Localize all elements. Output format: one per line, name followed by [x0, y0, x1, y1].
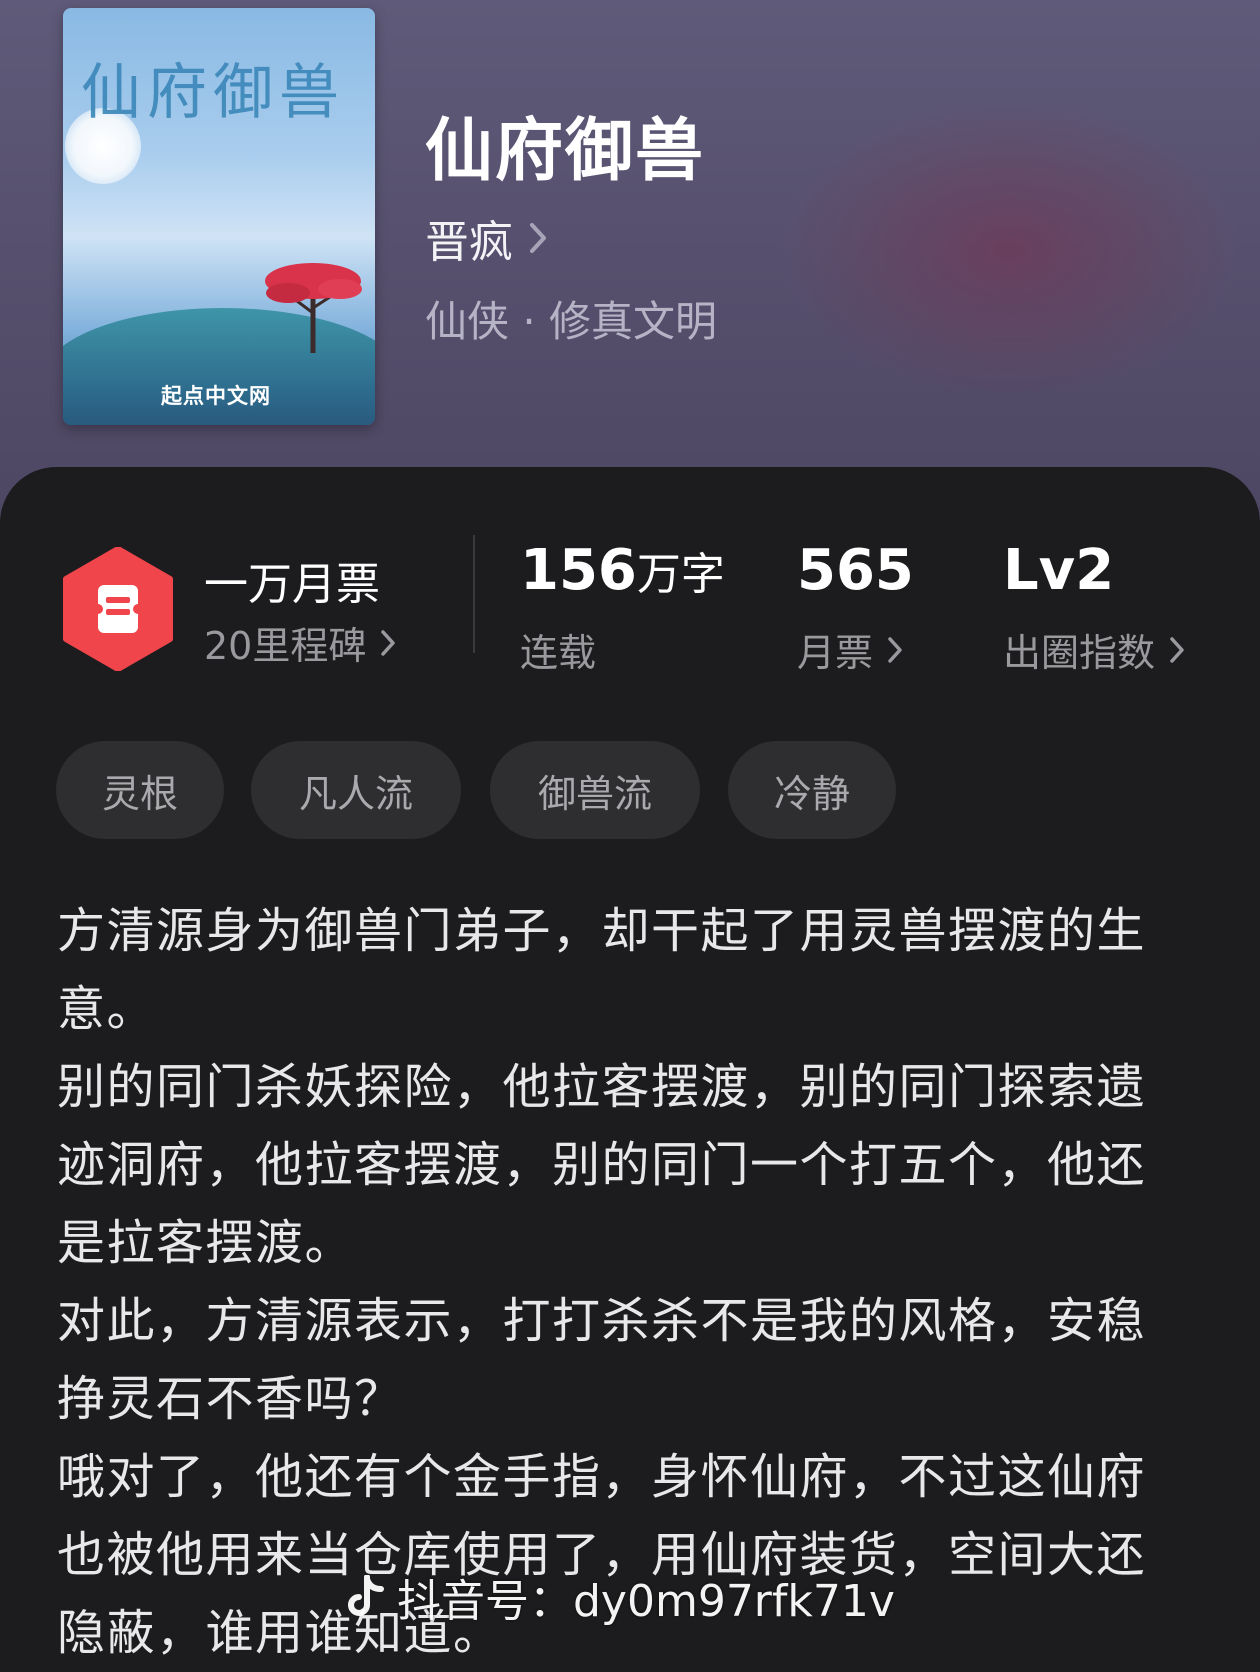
word-count: 156万字 [520, 538, 725, 603]
tag-chip[interactable]: 御兽流 [490, 741, 700, 839]
popularity-label: 出圈指数 [1003, 631, 1156, 675]
tag-chip[interactable]: 冷静 [728, 741, 896, 839]
word-count-value: 156 [520, 538, 637, 603]
douyin-watermark: 抖音号：dy0m97rfk71v [345, 1565, 895, 1629]
status-label: 连载 [520, 622, 596, 677]
chevron-right-icon [530, 223, 546, 253]
description-paragraph: 哦对了，他还有个金手指，身怀仙府，不过这仙府也被他用来当仓库使用了，用仙府装货，… [57, 1449, 1147, 1661]
word-count-unit: 万字 [636, 549, 725, 600]
cover-title-art: 仙府御兽 [81, 58, 345, 128]
author-name: 晋疯 [425, 217, 513, 268]
author-link[interactable]: 晋疯 [425, 206, 547, 270]
monthly-ticket-value: 565 [797, 538, 914, 603]
tag-chip[interactable]: 灵根 [56, 741, 224, 839]
cover-publisher: 起点中文网 [161, 384, 271, 408]
tag-chip[interactable]: 凡人流 [251, 741, 461, 839]
cover-tree-icon [265, 263, 362, 353]
tiktok-logo-icon [348, 1575, 384, 1616]
stats-divider [473, 535, 475, 653]
chevron-right-icon [381, 629, 396, 656]
description-paragraph: 对此，方清源表示，打打杀杀不是我的风格，安稳挣灵石不香吗？ [57, 1293, 1147, 1427]
ticket-badge-icon [63, 547, 173, 671]
book-description[interactable]: 方清源身为御兽门弟子，却干起了用灵兽摆渡的生意。 别的同门杀妖探险，他拉客摆渡，… [57, 892, 1177, 1672]
book-cover[interactable]: 仙府御兽 起点中文网 [63, 8, 375, 425]
monthly-ticket-label: 月票 [797, 631, 874, 675]
award-milestone-link[interactable]: 20里程碑 [204, 615, 396, 670]
popularity-value: Lv2 [1003, 538, 1115, 603]
chevron-right-icon [888, 636, 902, 663]
book-title: 仙府御兽 [425, 111, 706, 191]
popularity-link[interactable]: 出圈指数 [1003, 622, 1185, 677]
chevron-right-icon [1170, 636, 1184, 663]
watermark-text: 抖音号：dy0m97rfk71v [397, 1576, 895, 1627]
award-subtitle: 20里程碑 [204, 624, 367, 668]
description-paragraph: 别的同门杀妖探险，他拉客摆渡，别的同门探索遗迹洞府，他拉客摆渡，别的同门一个打五… [57, 1059, 1147, 1271]
description-paragraph: 方清源身为御兽门弟子，却干起了用灵兽摆渡的生意。 [57, 903, 1147, 1037]
award-title: 一万月票 [204, 559, 380, 610]
serial-status: 连载 [520, 631, 597, 675]
monthly-ticket-link[interactable]: 月票 [797, 622, 903, 677]
genre-label: 仙侠 · 修真文明 [425, 297, 718, 346]
